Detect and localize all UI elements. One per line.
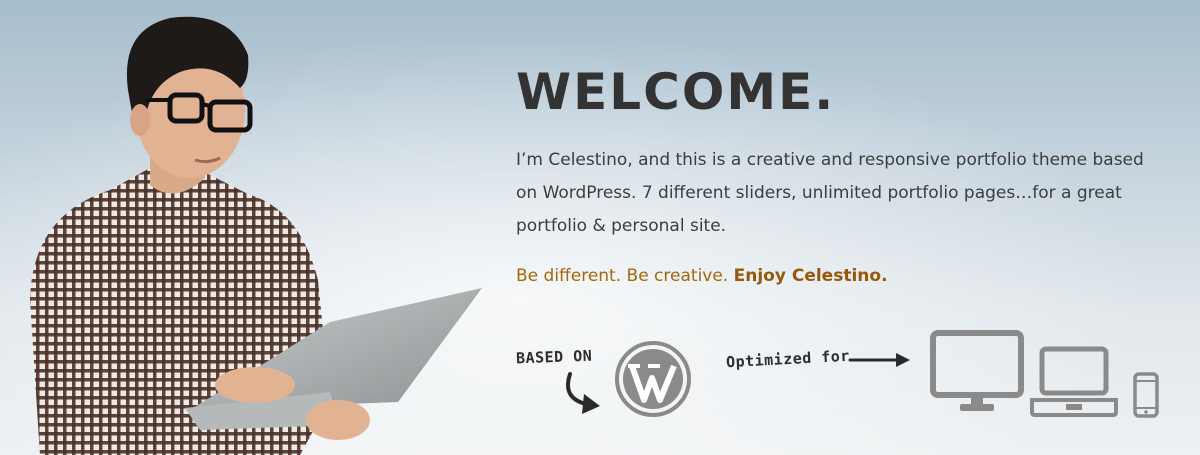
intro-text: I’m Celestino, and this is a creative an… [516,150,1144,236]
tagline-text: Be different. Be creative. [516,266,734,286]
right-arrow-icon [848,353,910,367]
page-title: WELCOME. [516,63,836,121]
hero-content: WELCOME. I’m Celestino, and this is a cr… [516,62,1176,289]
tagline-emphasis: Enjoy Celestino. [733,266,888,286]
based-on-label: BASED ON [515,346,593,368]
wordpress-logo-icon [615,341,691,417]
laptop-icon [1030,346,1118,417]
mobile-phone-icon [1133,372,1159,418]
hero-banner: WELCOME. I’m Celestino, and this is a cr… [0,0,1200,455]
man-with-laptop-image [30,16,482,455]
optimized-for-label: Optimized for [725,346,851,372]
desktop-monitor-icon [930,330,1024,411]
curved-arrow-icon [566,372,600,414]
tagline: Be different. Be creative. Enjoy Celesti… [516,263,1176,289]
